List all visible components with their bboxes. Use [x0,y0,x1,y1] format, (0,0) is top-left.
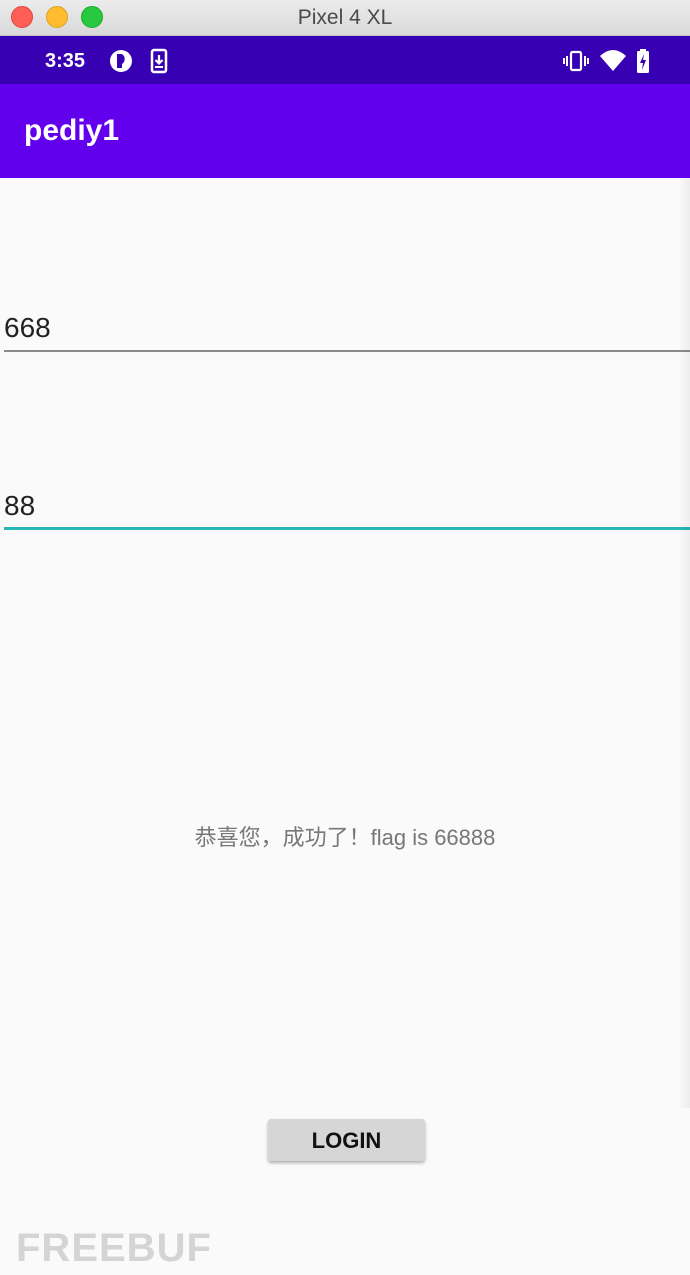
main-content: 668 88 恭喜您，成功了！flag is 66888 LOGIN FREEB… [0,178,690,1275]
wifi-icon [599,48,627,77]
vibrate-icon [563,48,589,79]
edge-shadow [678,178,690,1108]
app-title: pediy1 [24,114,120,147]
window-title: Pixel 4 XL [297,6,393,29]
download-icon [150,48,168,79]
result-message: 恭喜您，成功了！flag is 66888 [194,825,496,850]
login-button[interactable]: LOGIN [268,1119,425,1161]
app-bar: pediy1 [0,84,690,178]
status-time: 3:35 [45,50,86,72]
notification-badge-icon [108,48,134,79]
freebuf-watermark: FREEBUF [16,1226,212,1270]
battery-charging-icon [635,48,651,79]
username-field[interactable]: 668 [4,308,690,352]
window-titlebar: Pixel 4 XL [0,0,690,36]
status-bar: 3:35 [0,36,690,84]
password-field[interactable]: 88 [4,486,690,530]
